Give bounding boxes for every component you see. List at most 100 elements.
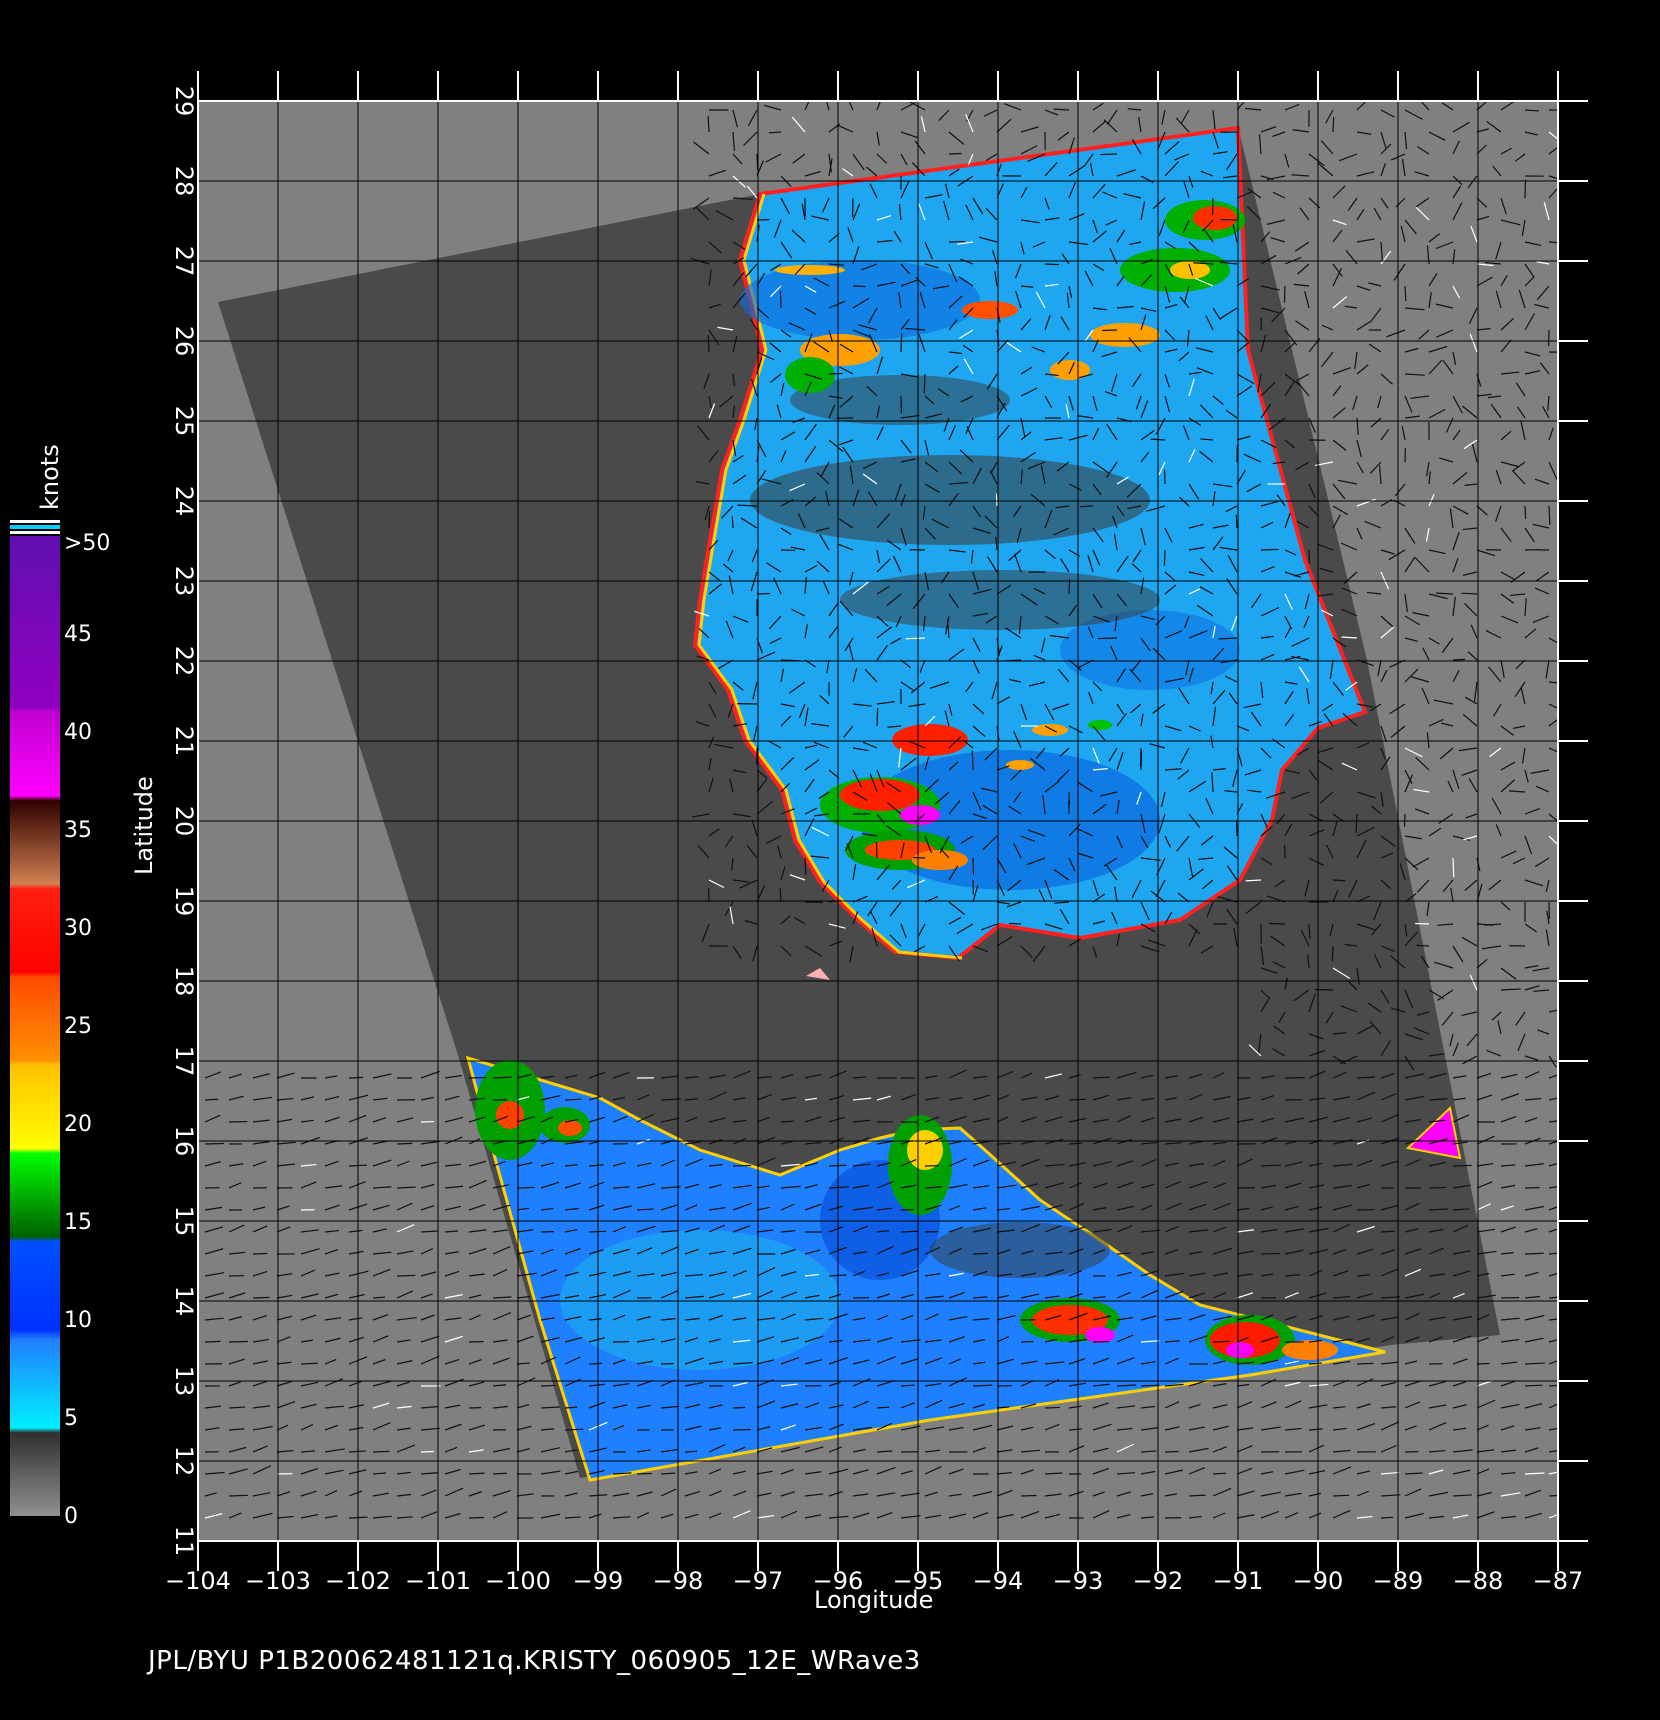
wind-barb [1163,549,1166,566]
wind-barb [204,1340,221,1343]
wind-barb [1415,922,1430,925]
colorbar-label: >50 [64,531,110,556]
wind-barb [564,1428,584,1431]
wind-barb [780,1120,794,1123]
wind-barb [396,1142,413,1145]
lon-tick-label: −93 [1053,1567,1104,1595]
wind-barb [875,841,878,859]
lon-tick-label: −91 [1213,1567,1264,1595]
lon-tick-label: −97 [733,1567,784,1595]
wind-barb [1044,263,1059,266]
wind-barb [828,372,843,375]
wind-barb [372,1450,390,1453]
wind-barb [876,708,879,727]
lat-tick-label: 17 [170,1046,198,1077]
wind-barb [1332,117,1335,133]
wind-barb [1235,514,1238,529]
wind-barb [972,857,975,875]
lon-tick-label: −94 [973,1567,1024,1595]
lat-tick-label: 12 [170,1446,198,1477]
wind-barb [900,1230,919,1233]
colorbar-label: 25 [64,1014,92,1039]
wind-barb [1283,285,1286,303]
wind-barb [1097,637,1118,640]
wind-barb [1380,1230,1395,1233]
wind-barb [468,1076,487,1079]
colorbar-label: 15 [64,1210,92,1235]
lon-tick-label: −103 [245,1567,311,1595]
wind-barb [1331,945,1334,962]
lat-tick-label: 14 [170,1286,198,1317]
lat-tick-label: 15 [170,1206,198,1237]
wind-barb [972,1252,989,1255]
wind-barb [228,1340,248,1343]
wind-barb [1380,1516,1394,1519]
wind-barb [684,1450,698,1453]
wind-barb [1404,285,1407,302]
lat-tick-label: 22 [170,646,198,677]
lon-tick-label: −100 [485,1567,551,1595]
wind-barb [516,1186,535,1189]
wind-barb [1524,1252,1544,1255]
wind-barb [732,1428,751,1431]
colorbar-label: 30 [64,916,92,941]
wind-barb [912,856,926,859]
wind-barb [1068,1098,1086,1101]
wind-barb [348,1076,364,1079]
colorbar-label: 10 [64,1308,92,1333]
wind-barb [1140,750,1143,771]
wind-barb [731,515,734,529]
lat-tick-label: 27 [170,246,198,277]
wind-barb [396,1274,416,1277]
wind-barb [1212,1340,1230,1343]
y-axis-title: Latitude [130,776,158,875]
wind-barb [756,592,770,595]
pacific-blue-patch [560,1230,840,1370]
wind-barb [1452,658,1466,661]
wind-barb [636,1472,652,1475]
lat-tick-label: 29 [170,86,198,117]
wind-barb [300,1362,318,1365]
wind-barb [732,1164,752,1167]
lat-tick-label: 21 [170,726,198,757]
colorbar-top-swatch [10,525,60,529]
lon-tick-label: −88 [1453,1567,1504,1595]
wind-barb [540,1384,555,1387]
wind-barb [1548,1494,1558,1497]
wind-barb [1356,1362,1374,1365]
colorbar-labels: 0 5 10 15 20 25 30 35 40 45 >50 [64,531,110,1529]
lat-tick-label: 18 [170,966,198,997]
wind-barb [1332,1494,1350,1497]
wind-barb [1476,1362,1490,1365]
colorbar-label: 35 [64,818,92,843]
lon-tick-label: −89 [1373,1567,1424,1595]
wind-barb [1260,548,1279,551]
wind-barb [252,1296,270,1299]
wind-barb [1524,505,1527,520]
lon-tick-label: −101 [405,1567,471,1595]
lon-tick-label: −104 [165,1567,231,1595]
lon-tick-label: −99 [573,1567,624,1595]
wind-map: −104 −103 −102 −101 −100 −99 −98 −97 −96 −95 −94 −9… [10,71,1588,1614]
wind-barb [708,510,711,529]
lat-tick-label: 23 [170,566,198,597]
colorbar-label: 40 [64,720,92,745]
lat-tick-label: 16 [170,1126,198,1157]
wind-barb [1452,857,1455,878]
gulf-blue-patch [740,260,980,340]
colorbar-label: 0 [64,1504,78,1529]
wind-barb [996,1142,1012,1145]
colorbar-label: 5 [64,1406,78,1431]
wind-barb [492,1472,507,1475]
wind-barb [1140,1384,1160,1387]
lon-tick-label: −90 [1293,1567,1344,1595]
wind-barb [732,1406,746,1409]
wind-barb [1268,922,1286,925]
wind-barb [1452,1164,1472,1167]
wind-barb [1008,922,1022,925]
wind-barb [804,857,807,875]
wind-barb [1461,592,1478,595]
gulf-calm-patch [750,455,1150,545]
gulf-calm-patch [840,570,1160,630]
wind-barb [1212,1472,1227,1475]
